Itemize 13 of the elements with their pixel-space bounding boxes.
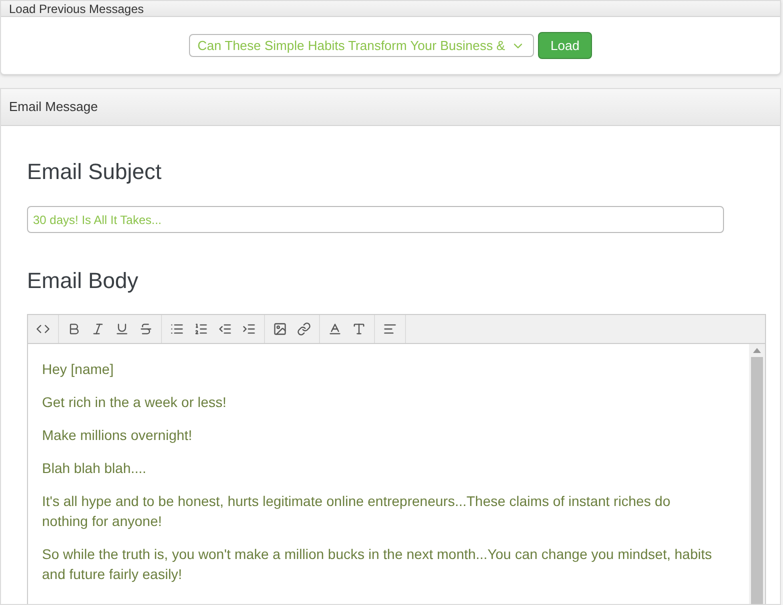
- panel-title: Email Message: [9, 98, 98, 116]
- subject-field[interactable]: 30 days! Is All It Takes...: [27, 206, 724, 233]
- body-paragraph: So while the truth is, you won't make a million bucks in the next month...You can change you mindset, habits and future fairly easily!: [42, 545, 713, 584]
- load-button[interactable]: Load: [538, 32, 592, 59]
- section-heading: Email Subject: [27, 158, 163, 186]
- body-paragraph: Blah blah blah....: [42, 459, 148, 478]
- panel-title: Load Previous Messages: [9, 2, 144, 16]
- body-paragraph: Make millions overnight!: [42, 426, 194, 445]
- message-select[interactable]: Can These Simple Habits Transform Your Business &: [188, 34, 534, 57]
- section-heading: Email Body: [27, 267, 140, 295]
- body-paragraph: Get rich in the a week or less!: [42, 393, 228, 412]
- body-paragraph: It's all hype and to be honest, hurts legitimate online entrepreneurs...These claims of instant riches do nothing for anyone!: [42, 492, 672, 531]
- body-paragraph: Hey [name]: [42, 360, 115, 379]
